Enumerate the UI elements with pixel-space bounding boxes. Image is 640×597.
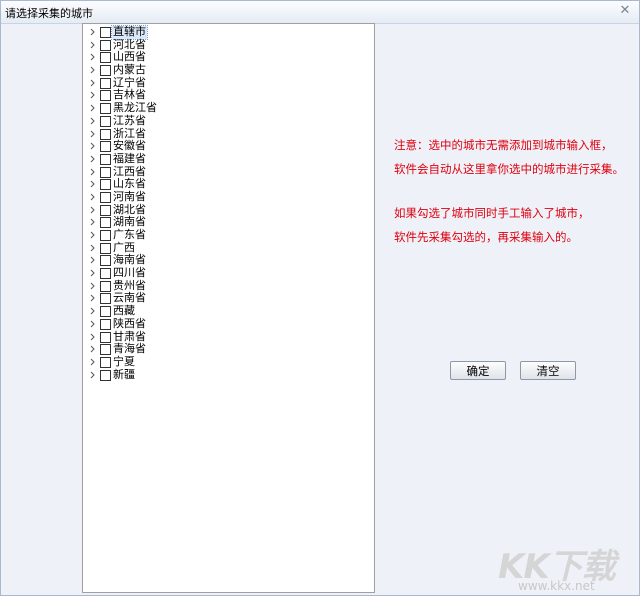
tree-item-label[interactable]: 江苏省 — [113, 114, 146, 128]
tree-checkbox[interactable] — [100, 166, 111, 178]
watermark-url: www.kkx.net — [518, 579, 595, 593]
tree-item-label[interactable]: 新疆 — [113, 368, 135, 382]
chevron-right-icon[interactable] — [88, 77, 98, 89]
tree-item-label[interactable]: 内蒙古 — [113, 63, 146, 77]
tree-checkbox[interactable] — [100, 90, 111, 102]
tree-checkbox[interactable] — [100, 204, 111, 216]
chevron-right-icon[interactable] — [88, 369, 98, 381]
tree-item-label[interactable]: 广东省 — [113, 228, 146, 242]
tree-item-label[interactable]: 福建省 — [113, 152, 146, 166]
chevron-right-icon[interactable] — [88, 153, 98, 165]
notice-line: 注意：选中的城市无需添加到城市输入框， — [394, 138, 613, 152]
tree-item-label[interactable]: 青海省 — [113, 342, 146, 356]
chevron-right-icon[interactable] — [88, 115, 98, 127]
confirm-button[interactable]: 确定 — [450, 361, 506, 380]
watermark: KK下载 www.kkx.net — [496, 539, 640, 597]
chevron-right-icon[interactable] — [88, 140, 98, 152]
tree-checkbox[interactable] — [100, 268, 111, 280]
tree-checkbox[interactable] — [100, 39, 111, 51]
tree-checkbox[interactable] — [100, 331, 111, 343]
chevron-right-icon[interactable] — [88, 356, 98, 368]
tree-checkbox[interactable] — [100, 191, 111, 203]
tree-checkbox[interactable] — [100, 255, 111, 267]
notice-line: 如果勾选了城市同时手工输入了城市， — [394, 206, 590, 220]
chevron-right-icon[interactable] — [88, 51, 98, 63]
tree-checkbox[interactable] — [100, 306, 111, 318]
chevron-right-icon[interactable] — [88, 102, 98, 114]
tree-checkbox[interactable] — [100, 230, 111, 241]
notice-line: 软件会自动从这里拿你选中的城市进行采集。 — [394, 162, 624, 176]
chevron-right-icon[interactable] — [88, 267, 98, 279]
chevron-right-icon[interactable] — [88, 204, 98, 216]
province-tree[interactable]: 直辖市 河北省 山西省 内蒙古 辽宁省 吉林省 黑龙江省 江苏省 浙江省 安徽省 福建省 江西省 山东省… — [82, 23, 375, 593]
close-icon[interactable]: ✕ — [617, 3, 633, 19]
tree-checkbox[interactable] — [100, 128, 111, 140]
chevron-right-icon[interactable] — [88, 343, 98, 355]
tree-checkbox[interactable] — [100, 179, 111, 191]
tree-checkbox[interactable] — [100, 77, 111, 89]
notice-line: 软件先采集勾选的，再采集输入的。 — [394, 230, 578, 244]
chevron-right-icon[interactable] — [88, 26, 98, 38]
title-bar: 请选择采集的城市 ✕ — [1, 1, 639, 24]
tree-item-label[interactable]: 陕西省 — [113, 317, 146, 331]
chevron-right-icon[interactable] — [88, 280, 98, 292]
tree-item-label[interactable]: 安徽省 — [113, 139, 146, 153]
chevron-right-icon[interactable] — [88, 318, 98, 330]
chevron-right-icon[interactable] — [88, 178, 98, 190]
tree-checkbox[interactable] — [100, 217, 111, 229]
chevron-right-icon[interactable] — [88, 254, 98, 266]
tree-checkbox[interactable] — [100, 27, 111, 38]
tree-checkbox[interactable] — [100, 115, 111, 127]
chevron-right-icon[interactable] — [88, 229, 98, 241]
tree-checkbox[interactable] — [100, 153, 111, 165]
chevron-right-icon[interactable] — [88, 128, 98, 140]
chevron-right-icon[interactable] — [88, 216, 98, 228]
window-title: 请选择采集的城市 — [5, 7, 93, 20]
dialog-window: 请选择采集的城市 ✕ 直辖市 河北省 山西省 内蒙古 辽宁省 吉林省 黑龙江省 江苏省 浙江省安… — [0, 0, 640, 596]
chevron-right-icon[interactable] — [88, 39, 98, 51]
tree-checkbox[interactable] — [100, 344, 111, 356]
tree-checkbox[interactable] — [100, 52, 111, 64]
chevron-right-icon[interactable] — [88, 64, 98, 76]
tree-item-label[interactable]: 西藏 — [113, 304, 135, 318]
tree-checkbox[interactable] — [100, 318, 111, 330]
tree-checkbox[interactable] — [100, 103, 111, 115]
chevron-right-icon[interactable] — [88, 331, 98, 343]
chevron-right-icon[interactable] — [88, 292, 98, 304]
tree-checkbox[interactable] — [100, 141, 111, 153]
tree-item-label[interactable]: 直辖市 — [111, 25, 148, 40]
tree-item-label[interactable]: 河南省 — [113, 190, 146, 204]
chevron-right-icon[interactable] — [88, 89, 98, 101]
tree-checkbox[interactable] — [100, 369, 111, 381]
tree-item-label[interactable]: 四川省 — [113, 266, 146, 280]
clear-button[interactable]: 清空 — [520, 361, 576, 380]
tree-item-label[interactable]: 宁夏 — [113, 355, 135, 369]
notice-text: 注意：选中的城市无需添加到城市输入框， 软件会自动从这里拿你选中的城市进行采集。… — [394, 133, 634, 249]
tree-checkbox[interactable] — [100, 293, 111, 305]
tree-checkbox[interactable] — [100, 65, 111, 77]
chevron-right-icon[interactable] — [88, 191, 98, 203]
tree-checkbox[interactable] — [100, 356, 111, 368]
tree-checkbox[interactable] — [100, 242, 111, 254]
chevron-right-icon[interactable] — [88, 242, 98, 254]
chevron-right-icon[interactable] — [88, 305, 98, 317]
tree-item-label[interactable]: 黑龙江省 — [113, 101, 157, 115]
tree-checkbox[interactable] — [100, 280, 111, 292]
chevron-right-icon[interactable] — [88, 166, 98, 178]
